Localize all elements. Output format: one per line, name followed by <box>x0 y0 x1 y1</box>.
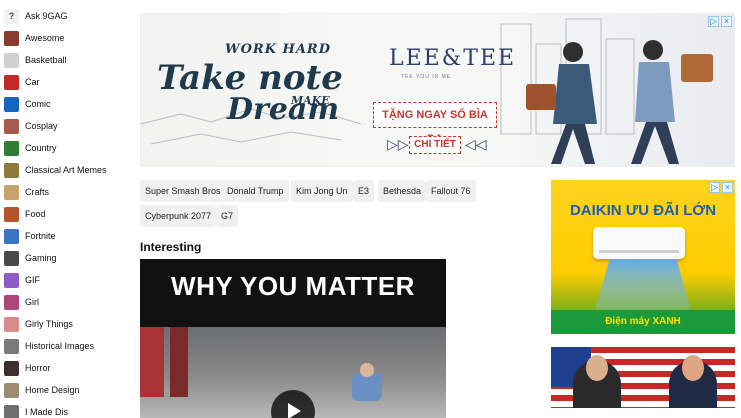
tag-item[interactable]: Fallout 76 <box>426 180 476 202</box>
sidebar-item-historical-images[interactable]: Historical Images <box>4 336 94 356</box>
sidebar-item-gaming[interactable]: Gaming <box>4 248 57 268</box>
category-thumbnail-icon <box>4 118 19 134</box>
sidebar-item-label: Ask 9GAG <box>25 11 68 21</box>
sidebar-item-label: Horror <box>25 363 51 373</box>
category-thumbnail-icon <box>4 228 19 244</box>
arrow-right-icon: ▷▷ <box>387 136 409 152</box>
ad-footer-brand: Điện máy XANH <box>551 310 735 334</box>
sidebar-item-label: Crafts <box>25 187 50 197</box>
tag-item[interactable]: Cyberpunk 2077 <box>140 205 217 227</box>
category-thumbnail-icon <box>4 30 19 46</box>
sidebar-item-label: I Made Dis <box>25 407 69 417</box>
face-right <box>682 355 704 381</box>
sidebar-item-home-design[interactable]: Home Design <box>4 380 80 400</box>
sidebar-item-label: Girl <box>25 297 39 307</box>
sidebar-item-comic[interactable]: Comic <box>4 94 51 114</box>
ad-promo-label: TẶNG NGAY SỔ BÌA DA <box>373 102 497 145</box>
sidebar-item-label: Fortnite <box>25 231 56 241</box>
ad-details-button[interactable]: CHI TIẾT <box>409 136 461 154</box>
tag-item[interactable]: Donald Trump <box>222 180 289 202</box>
ad-close-icon[interactable]: × <box>721 16 732 27</box>
ad-brand-logo: LEE&TEE <box>389 46 517 71</box>
sidebar-item-awesome[interactable]: Awesome <box>4 28 64 48</box>
top-ad-banner[interactable]: WORK HARD Take note MAKE Dream LEE&TEE T… <box>140 13 735 167</box>
air-conditioner-vent <box>599 250 679 253</box>
category-thumbnail-icon <box>4 360 19 376</box>
tag-item[interactable]: Kim Jong Un <box>291 180 353 202</box>
news-thumbnail[interactable] <box>551 347 735 418</box>
sidebar-item-label: Girly Things <box>25 319 73 329</box>
section-title: Interesting <box>140 240 202 254</box>
category-thumbnail-icon <box>4 96 19 112</box>
category-thumbnail-icon <box>4 294 19 310</box>
sidebar-item-label: Awesome <box>25 33 65 43</box>
businessman-illustration-2 <box>631 40 713 164</box>
ad-close-icon[interactable]: × <box>722 182 733 193</box>
category-thumbnail-icon <box>4 162 19 178</box>
air-conditioner-illustration <box>593 227 685 259</box>
sidebar-item-girly-things[interactable]: Girly Things <box>4 314 73 334</box>
ad-info-icon[interactable]: ▷ <box>709 182 720 193</box>
category-thumbnail-icon <box>4 272 19 288</box>
ad-headline: DAIKIN ƯU ĐÃI LỚN <box>569 202 717 219</box>
sidebar-item-label: Country <box>25 143 57 153</box>
category-thumbnail-icon <box>4 140 19 156</box>
sidebar-item-label: GIF <box>25 275 40 285</box>
sidebar-item-cosplay[interactable]: Cosplay <box>4 116 58 136</box>
ad-brand-tagline: TEE YOU IN ME <box>401 74 452 80</box>
category-thumbnail-icon <box>4 338 19 354</box>
sidebar-item-crafts[interactable]: Crafts <box>4 182 49 202</box>
sidebar-item-car[interactable]: Car <box>4 72 40 92</box>
category-thumbnail-icon <box>4 52 19 68</box>
category-sidebar: ? Ask 9GAG Awesome Basketball Car Comic Cospla… <box>0 0 130 418</box>
face-left <box>586 355 608 381</box>
sidebar-item-basketball[interactable]: Basketball <box>4 50 67 70</box>
sidebar-item-label: Basketball <box>25 55 67 65</box>
post-title: WHY YOU MATTER <box>171 271 415 301</box>
sidebar-item-gif[interactable]: GIF <box>4 270 40 290</box>
sidebar-item-country[interactable]: Country <box>4 138 57 158</box>
sidebar-item-label: Food <box>25 209 46 219</box>
sidebar-item-label: Comic <box>25 99 51 109</box>
sidebar-item-label: Historical Images <box>25 341 95 351</box>
sidebar-item-fortnite[interactable]: Fortnite <box>4 226 56 246</box>
ad-slogan-work-hard: WORK HARD <box>225 42 331 57</box>
arrow-left-icon: ◁◁ <box>465 136 487 152</box>
right-ad-banner[interactable]: DAIKIN ƯU ĐÃI LỚN Điện máy XANH ▷ × <box>551 180 735 334</box>
category-thumbnail-icon: ? <box>4 8 19 24</box>
sidebar-item-ask-9gag[interactable]: ? Ask 9GAG <box>4 6 68 26</box>
sidebar-item-i-made-dis[interactable]: I Made Dis <box>4 402 68 418</box>
tag-item[interactable]: Super Smash Bros <box>140 180 226 202</box>
category-thumbnail-icon <box>4 404 19 418</box>
ad-slogan-dream: Dream <box>227 92 340 127</box>
sidebar-item-girl[interactable]: Girl <box>4 292 39 312</box>
airflow-illustration <box>595 260 691 310</box>
tag-item[interactable]: Bethesda <box>378 180 427 202</box>
category-thumbnail-icon <box>4 74 19 90</box>
sidebar-item-label: Car <box>25 77 40 87</box>
video-post[interactable]: WHY YOU MATTER <box>140 259 446 418</box>
category-thumbnail-icon <box>4 184 19 200</box>
category-thumbnail-icon <box>4 206 19 222</box>
category-thumbnail-icon <box>4 316 19 332</box>
sidebar-item-horror[interactable]: Horror <box>4 358 51 378</box>
category-thumbnail-icon <box>4 250 19 266</box>
tag-item[interactable]: E3 <box>353 180 375 202</box>
sidebar-item-label: Cosplay <box>25 121 58 131</box>
sidebar-item-label: Gaming <box>25 253 57 263</box>
sidebar-item-label: Classical Art Memes <box>25 165 107 175</box>
tag-item[interactable]: G7 <box>216 205 239 227</box>
sidebar-item-classical-art-memes[interactable]: Classical Art Memes <box>4 160 107 180</box>
sidebar-item-label: Home Design <box>25 385 80 395</box>
ad-info-icon[interactable]: ▷ <box>708 16 719 27</box>
sidebar-item-food[interactable]: Food <box>4 204 46 224</box>
category-thumbnail-icon <box>4 382 19 398</box>
thumbnail-caption-strip <box>551 408 735 418</box>
